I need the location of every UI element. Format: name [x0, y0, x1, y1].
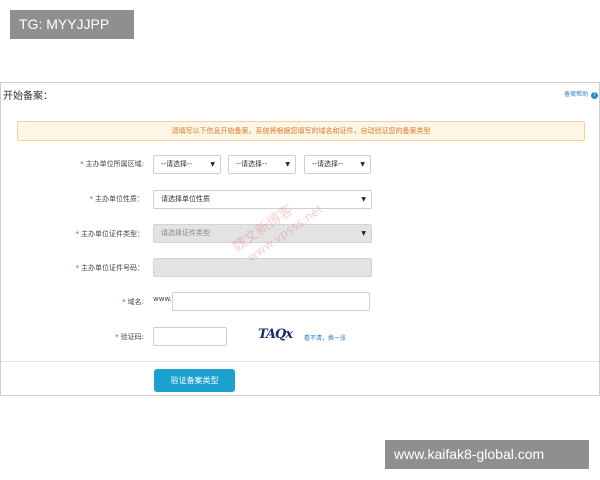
city-select[interactable]: --请选择-- ▼ — [228, 155, 296, 174]
region-label: * 主办单位所属区域: — [80, 159, 144, 169]
notice-text: 请填写以下信息开始备案，系统将根据您填写的域名和证件，自动验证您的备案类型 — [171, 127, 431, 135]
info-notice: 请填写以下信息开始备案，系统将根据您填写的域名和证件，自动验证您的备案类型 — [17, 121, 585, 141]
district-select[interactable]: --请选择-- ▼ — [304, 155, 371, 174]
cert-type-select-value: 请选择证件类型 — [161, 229, 210, 237]
required-mark: * — [89, 195, 94, 203]
tg-overlay-text: TG: MYYJJPP — [19, 16, 110, 32]
footer-divider — [1, 361, 599, 362]
chevron-down-icon: ▼ — [285, 161, 290, 168]
domain-input[interactable] — [172, 292, 370, 311]
site-overlay-badge: www.kaifak8-global.com — [385, 440, 589, 469]
captcha-refresh-link[interactable]: 看不清，换一张 — [304, 333, 346, 342]
captcha-label: * 验证码: — [115, 332, 144, 342]
chevron-down-icon: ▼ — [360, 161, 365, 168]
cert-number-input[interactable] — [153, 258, 372, 277]
unit-nature-label-text: 主办单位性质： — [95, 195, 144, 203]
required-mark: * — [75, 264, 80, 272]
cert-type-label-text: 主办单位证件类型： — [81, 230, 144, 238]
required-mark: * — [75, 230, 80, 238]
captcha-image[interactable]: TAQx — [258, 327, 293, 342]
cert-number-label: * 主办单位证件号码： — [76, 263, 145, 273]
unit-nature-select[interactable]: 请选择单位性质 ▼ — [153, 190, 372, 209]
captcha-input[interactable] — [153, 327, 227, 346]
question-circle-icon: ? — [591, 92, 598, 99]
page-title: 开始备案： — [3, 91, 53, 102]
region-label-text: 主办单位所属区域: — [85, 160, 144, 168]
district-select-value: --请选择-- — [312, 160, 344, 168]
site-overlay-text: www.kaifak8-global.com — [394, 446, 545, 462]
required-mark: * — [80, 160, 84, 168]
help-link[interactable]: 备案帮助 ? — [564, 89, 598, 99]
required-mark: * — [115, 333, 119, 341]
city-select-value: --请选择-- — [236, 160, 268, 168]
required-mark: * — [122, 298, 126, 306]
domain-label-text: 域名: — [127, 298, 144, 306]
chevron-down-icon: ▼ — [361, 230, 366, 237]
cert-type-label: * 主办单位证件类型： — [76, 229, 145, 239]
province-select[interactable]: --请选择-- ▼ — [153, 155, 221, 174]
domain-label: * 域名: — [122, 297, 144, 307]
captcha-label-text: 验证码: — [120, 333, 144, 341]
province-select-value: --请选择-- — [161, 160, 193, 168]
chevron-down-icon: ▼ — [210, 161, 215, 168]
help-link-label: 备案帮助 — [564, 91, 589, 98]
tg-overlay-badge: TG: MYYJJPP — [10, 10, 134, 39]
verify-filing-type-button[interactable]: 验证备案类型 — [154, 369, 235, 392]
unit-nature-select-value: 请选择单位性质 — [161, 195, 210, 203]
cert-number-label-text: 主办单位证件号码： — [81, 264, 144, 272]
domain-prefix: www. — [153, 295, 172, 303]
chevron-down-icon: ▼ — [361, 196, 366, 203]
unit-nature-label: * 主办单位性质： — [90, 194, 145, 204]
